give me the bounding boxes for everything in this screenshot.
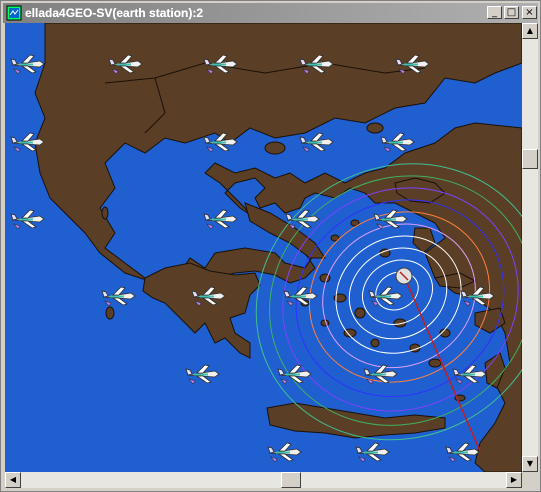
scroll-down-button[interactable]: ▼ [522,456,538,472]
earth-station-icon[interactable] [395,267,413,285]
map-app-icon[interactable] [6,5,22,21]
horizontal-scrollbar[interactable]: ◀ ▶ [5,472,522,488]
map-window: ellada4GEO-SV(earth station):2 _ □ × ▲ ▼… [0,0,541,492]
scroll-right-button[interactable]: ▶ [506,472,522,488]
maximize-button[interactable]: □ [504,6,519,19]
close-button[interactable]: × [522,6,537,19]
vertical-scroll-thumb[interactable] [522,149,538,169]
title-bar[interactable]: ellada4GEO-SV(earth station):2 _ □ × [3,3,538,23]
window-title: ellada4GEO-SV(earth station):2 [25,6,204,20]
map-canvas[interactable] [5,23,522,472]
scroll-left-button[interactable]: ◀ [5,472,21,488]
size-grip[interactable] [522,472,538,488]
map-viewport[interactable] [5,23,522,472]
horizontal-scroll-thumb[interactable] [281,472,301,488]
minimize-button[interactable]: _ [487,6,502,19]
vertical-scrollbar[interactable]: ▲ ▼ [522,23,538,472]
scroll-up-button[interactable]: ▲ [522,23,538,39]
